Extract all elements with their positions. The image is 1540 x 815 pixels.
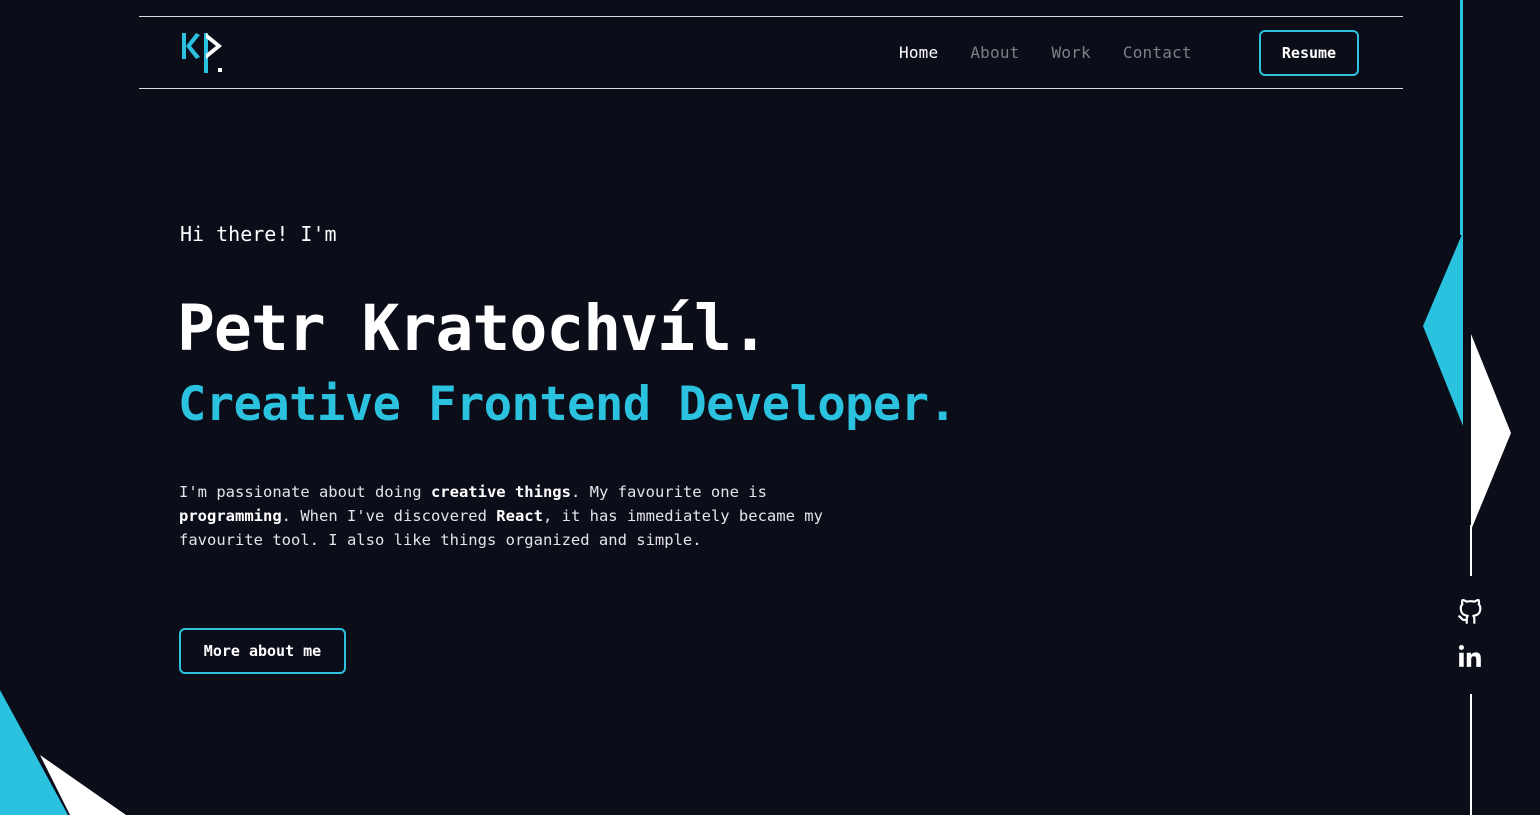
right-accent-line: [1460, 0, 1463, 235]
site-header: Home About Work Contact Resume: [139, 16, 1403, 89]
nav-contact[interactable]: Contact: [1123, 43, 1192, 62]
main-nav: Home About Work Contact: [899, 17, 1224, 88]
linkedin-icon[interactable]: [1456, 642, 1484, 670]
bio-text-1: I'm passionate about doing: [179, 483, 431, 501]
hero-name: Petr Kratochvíl.: [177, 292, 769, 365]
bio-bold-creative: creative things: [430, 483, 571, 501]
more-about-me-button[interactable]: More about me: [179, 628, 346, 674]
page: Home About Work Contact Resume Hi there!…: [0, 0, 1540, 815]
logo-icon[interactable]: [180, 29, 228, 77]
right-white-line-top: [1470, 525, 1472, 576]
hero-greeting: Hi there! I'm: [180, 222, 337, 246]
nav-about[interactable]: About: [970, 43, 1019, 62]
hero-role: Creative Frontend Developer.: [178, 377, 957, 432]
right-white-triangle: [1471, 334, 1511, 530]
nav-home[interactable]: Home: [899, 43, 938, 62]
right-white-line-bottom: [1470, 694, 1472, 815]
bio-text-3: . When I've discovered: [281, 507, 497, 525]
resume-button[interactable]: Resume: [1259, 30, 1359, 76]
bio-text-2: . My favourite one is: [570, 483, 767, 501]
bio-bold-programming: programming: [179, 507, 282, 525]
github-icon[interactable]: [1456, 598, 1484, 626]
bottom-left-white-triangle: [40, 755, 126, 815]
bottom-left-cyan-triangle: [0, 690, 68, 815]
right-cyan-triangle: [1423, 232, 1463, 426]
bio-bold-react: React: [496, 507, 543, 525]
hero-bio: I'm passionate about doing creative thin…: [179, 480, 839, 552]
nav-work[interactable]: Work: [1052, 43, 1091, 62]
